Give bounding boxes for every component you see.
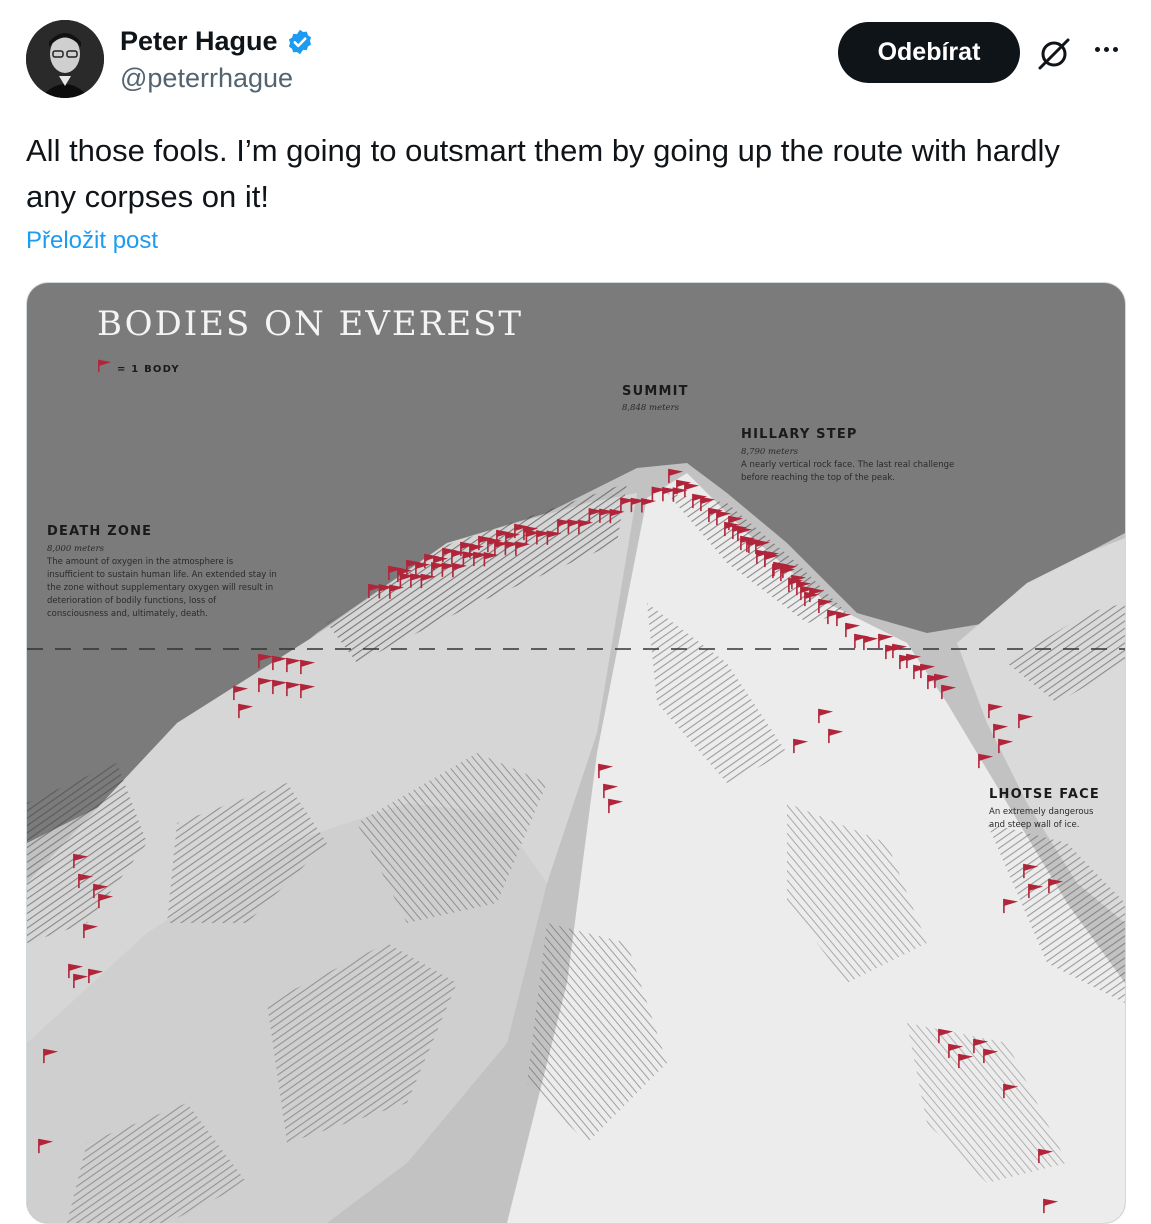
tweet-text: All those fools. I’m going to outsmart t… <box>26 133 1060 214</box>
dot <box>1094 46 1100 52</box>
person-photo-icon <box>26 20 104 98</box>
summit-elevation: 8,848 meters <box>622 403 680 413</box>
death-zone-desc: The amount of oxygen in the atmosphere i… <box>46 557 234 567</box>
legend-label: = 1 BODY <box>117 364 180 375</box>
author-handle[interactable]: @peterrhague <box>120 63 293 94</box>
hillary-step-desc: before reaching the top of the peak. <box>741 473 895 483</box>
death-zone-desc: consciousness and, ultimately, death. <box>47 609 208 619</box>
lhotse-face-desc: and steep wall of ice. <box>989 820 1079 830</box>
hillary-step-desc: A nearly vertical rock face. The last re… <box>741 460 954 470</box>
author-name-row[interactable]: Peter Hague <box>120 26 314 57</box>
translate-link[interactable]: Přeložit post <box>26 227 158 255</box>
more-horizontal-icon[interactable] <box>1086 34 1126 64</box>
verified-badge-icon <box>288 29 311 54</box>
infographic-title: BODIES ON EVEREST <box>97 304 523 344</box>
author-name[interactable]: Peter Hague <box>120 26 278 57</box>
death-zone-desc: insufficient to sustain human life. An e… <box>47 570 277 580</box>
everest-infographic: BODIES ON EVEREST = 1 BODY SUMMIT 8,848 … <box>27 283 1125 1223</box>
hillary-step-elevation: 8,790 meters <box>741 447 799 457</box>
dot <box>1112 46 1118 52</box>
dot <box>1103 46 1109 52</box>
slashed-circle-icon[interactable] <box>1036 36 1072 72</box>
death-zone-elevation: 8,000 meters <box>47 544 105 554</box>
tweet-media-image[interactable]: BODIES ON EVEREST = 1 BODY SUMMIT 8,848 … <box>26 282 1126 1224</box>
death-zone-desc: the zone without supplementary oxygen wi… <box>47 583 273 593</box>
avatar[interactable] <box>26 20 104 98</box>
subscribe-button[interactable]: Odebírat <box>838 22 1020 83</box>
lhotse-face-desc: An extremely dangerous <box>989 807 1094 817</box>
death-zone-label: DEATH ZONE <box>47 524 152 539</box>
summit-label: SUMMIT <box>622 384 689 399</box>
hillary-step-label: HILLARY STEP <box>741 427 858 442</box>
death-zone-desc: deterioration of bodily functions, loss … <box>47 596 217 606</box>
lhotse-face-label: LHOTSE FACE <box>989 787 1100 802</box>
